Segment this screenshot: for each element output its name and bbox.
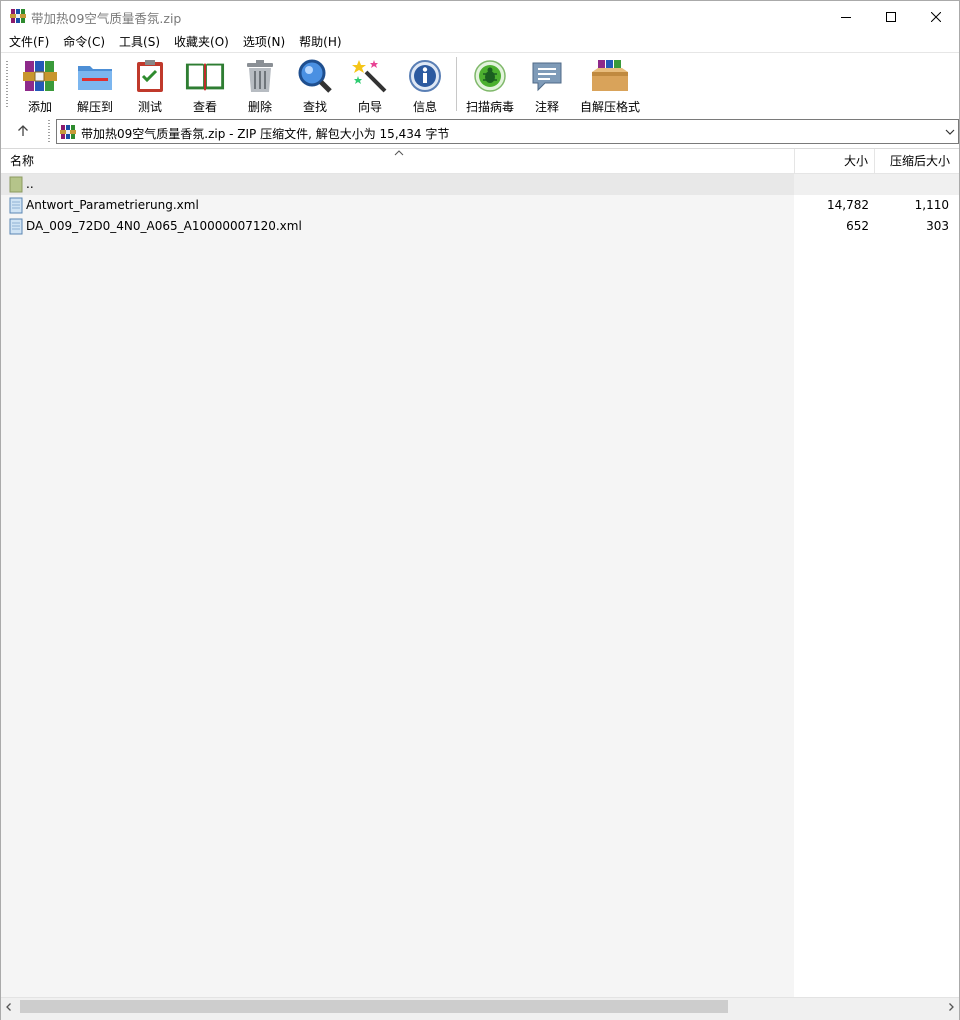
title-bar: 带加热09空气质量香氛.zip [1, 1, 959, 32]
virus-scan-icon [474, 60, 506, 92]
scrollbar-thumb[interactable] [20, 1000, 728, 1013]
view-book-icon [185, 63, 225, 91]
view-label: 查看 [192, 100, 217, 114]
list-header: 名称 大小 压缩后大小 [1, 149, 959, 174]
menu-commands[interactable]: 命令(C) [56, 32, 112, 52]
add-label: 添加 [27, 100, 52, 114]
comment-button[interactable]: 注释 [527, 57, 567, 115]
minimize-button[interactable] [823, 1, 869, 32]
horizontal-scrollbar[interactable] [1, 997, 959, 1015]
column-header-name[interactable]: 名称 [10, 149, 34, 174]
address-bar-row: 带加热09空气质量香氛.zip - ZIP 压缩文件, 解包大小为 15,434… [1, 116, 959, 147]
menu-options[interactable]: 选项(N) [236, 32, 292, 52]
column-header-size[interactable]: 大小 [794, 149, 874, 174]
file-name: Antwort_Parametrierung.xml [26, 198, 199, 212]
parent-folder-row[interactable]: .. [1, 174, 959, 195]
chevron-down-icon[interactable] [944, 126, 956, 138]
column-header-packed[interactable]: 压缩后大小 [874, 149, 959, 174]
file-size: 652 [846, 219, 869, 233]
close-button[interactable] [913, 1, 959, 32]
file-name: .. [26, 177, 34, 191]
test-label: 测试 [137, 100, 162, 114]
extract-label: 解压到 [76, 100, 113, 114]
address-combobox[interactable]: 带加热09空气质量香氛.zip - ZIP 压缩文件, 解包大小为 15,434… [56, 119, 959, 144]
info-label: 信息 [412, 100, 437, 114]
view-button[interactable]: 查看 [184, 57, 226, 115]
address-grip[interactable] [48, 120, 50, 144]
toolbar-separator [456, 57, 457, 111]
wizard-button[interactable]: 向导 [350, 57, 390, 115]
comment-label: 注释 [534, 100, 559, 114]
xml-file-icon [9, 197, 23, 214]
table-row[interactable]: Antwort_Parametrierung.xml 14,782 1,110 [1, 195, 959, 216]
sfx-button[interactable]: 自解压格式 [579, 57, 641, 115]
delete-label: 删除 [247, 100, 272, 114]
find-button[interactable]: 查找 [295, 57, 335, 115]
menu-file[interactable]: 文件(F) [1, 32, 56, 52]
virus-scan-label: 扫描病毒 [465, 100, 514, 114]
file-size: 14,782 [827, 198, 869, 212]
status-bar [1, 1015, 959, 1020]
test-button[interactable]: 测试 [130, 57, 170, 115]
file-packed-size: 1,110 [914, 198, 949, 212]
parent-row-size-bg [794, 174, 959, 195]
toolbar-grip[interactable] [6, 61, 8, 109]
toolbar: 添加 解压到 测试 查看 删除 查找 向导 信息 扫描病毒 注释 自解压格式 [1, 52, 959, 116]
menu-tools[interactable]: 工具(S) [112, 32, 167, 52]
sort-ascending-icon [394, 150, 404, 156]
sfx-label: 自解压格式 [579, 100, 640, 114]
file-name: DA_009_72D0_4N0_A065_A10000007120.xml [26, 219, 302, 233]
add-button[interactable]: 添加 [20, 57, 60, 115]
scroll-right-icon[interactable] [946, 1002, 956, 1012]
maximize-icon [886, 11, 896, 22]
trash-icon [247, 60, 273, 92]
table-row[interactable]: DA_009_72D0_4N0_A065_A10000007120.xml 65… [1, 216, 959, 237]
wizard-label: 向导 [357, 100, 382, 114]
menu-help[interactable]: 帮助(H) [292, 32, 348, 52]
address-text: 带加热09空气质量香氛.zip - ZIP 压缩文件, 解包大小为 15,434… [81, 127, 450, 141]
delete-button[interactable]: 删除 [240, 57, 280, 115]
archive-icon [60, 125, 76, 139]
up-one-level-button[interactable] [13, 122, 33, 140]
magnifier-icon [298, 59, 332, 93]
winrar-app-icon [10, 9, 26, 23]
comment-icon [532, 62, 562, 92]
add-archive-icon [23, 61, 57, 91]
size-columns-bg [794, 175, 959, 999]
info-button[interactable]: 信息 [405, 57, 445, 115]
find-label: 查找 [302, 100, 327, 114]
file-packed-size: 303 [926, 219, 949, 233]
parent-folder-icon [9, 176, 23, 193]
extract-folder-icon [78, 66, 112, 90]
magic-wand-icon [352, 60, 387, 93]
window-title: 带加热09空气质量香氛.zip [31, 11, 182, 26]
winrar-window: 带加热09空气质量香氛.zip 文件(F) 命令(C) 工具(S) 收藏夹(O)… [0, 0, 960, 1020]
close-icon [931, 11, 941, 22]
file-list[interactable]: 名称 大小 压缩后大小 .. Antwort_Parametrierung.xm… [1, 148, 959, 999]
virus-scan-button[interactable]: 扫描病毒 [464, 57, 516, 115]
info-icon [409, 60, 441, 92]
menu-bar: 文件(F) 命令(C) 工具(S) 收藏夹(O) 选项(N) 帮助(H) [1, 32, 959, 52]
extract-to-button[interactable]: 解压到 [75, 57, 115, 115]
maximize-button[interactable] [868, 1, 914, 32]
minimize-icon [841, 16, 851, 18]
arrow-up-icon [18, 125, 28, 136]
test-clipboard-icon [137, 60, 163, 92]
menu-favorites[interactable]: 收藏夹(O) [167, 32, 236, 52]
xml-file-icon [9, 218, 23, 235]
scroll-left-icon[interactable] [4, 1002, 14, 1012]
sfx-box-icon [592, 60, 628, 91]
